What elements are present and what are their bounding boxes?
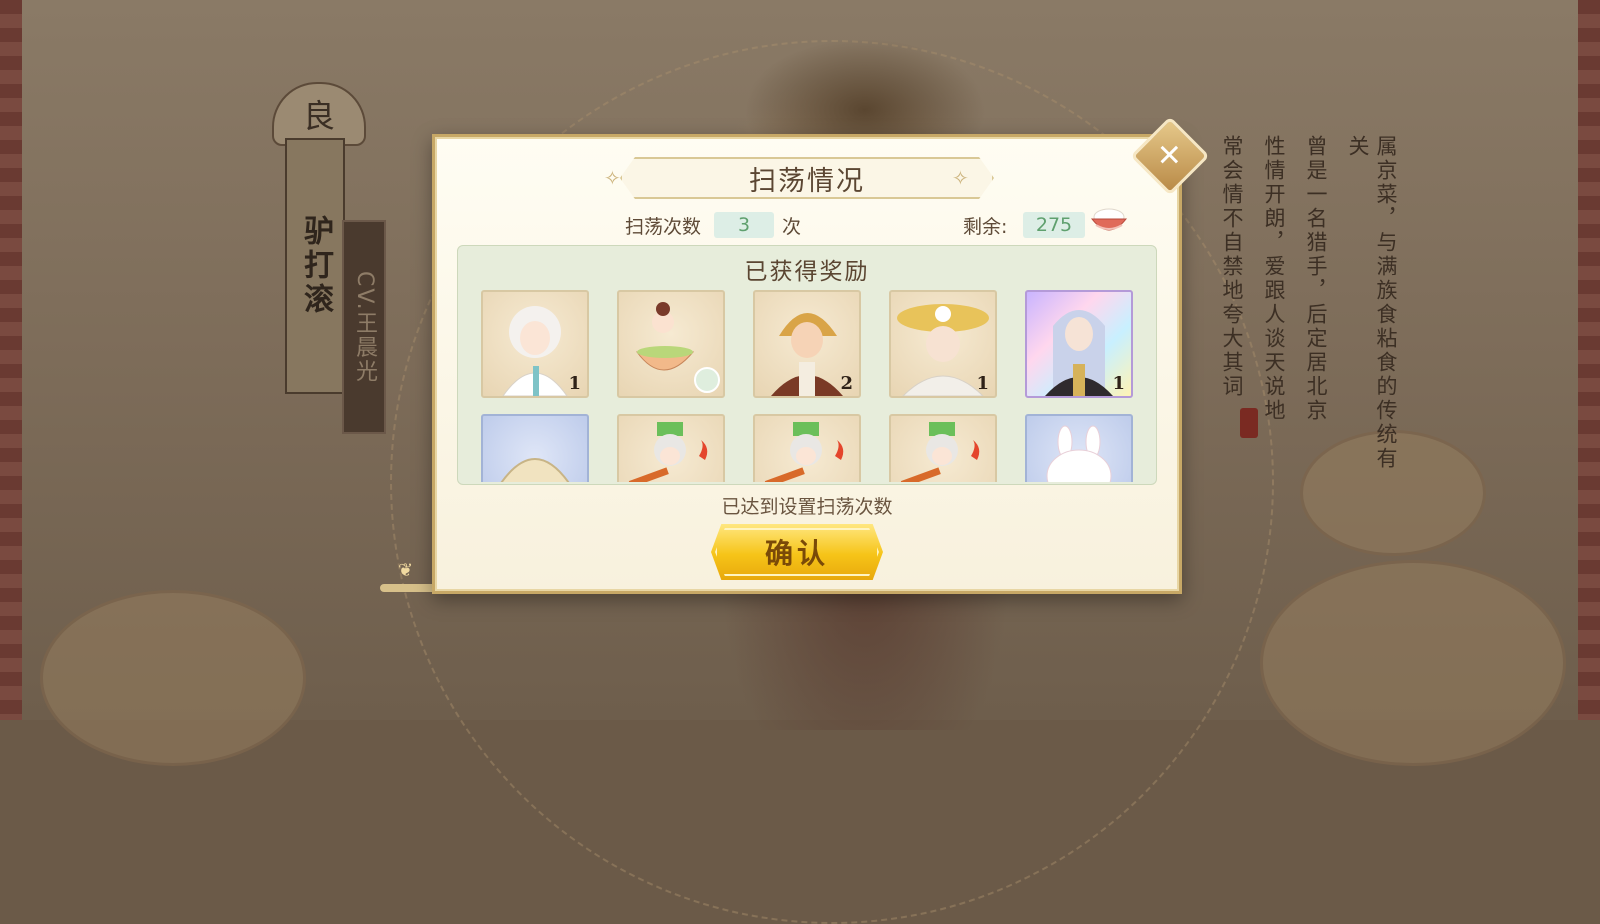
rank-text: 良 xyxy=(302,97,335,135)
item-count: 1 xyxy=(1112,373,1125,394)
item-count: 1 xyxy=(568,373,581,394)
right-ornament-border xyxy=(1578,0,1600,720)
cloud-decoration xyxy=(40,590,306,766)
item-count: 2 xyxy=(840,373,853,394)
voice-actor-label: CV.王晨光 xyxy=(352,270,377,384)
reward-item-blonde-warrior-character[interactable]: 2 xyxy=(753,290,861,398)
butterfly-icon: ❦ xyxy=(398,560,414,581)
seal-stamp-icon xyxy=(1240,408,1258,438)
title-ornament-icon: ✧ xyxy=(952,166,969,190)
reward-item-dumpling-item[interactable] xyxy=(481,414,589,482)
sweep-count-value: 3 xyxy=(714,212,774,238)
dialog-title: 扫荡情况 xyxy=(749,165,865,197)
remaining-value: 275 xyxy=(1023,212,1085,238)
reward-item-straw-hat-character[interactable]: 1 xyxy=(889,290,997,398)
title-ornament-icon: ✧ xyxy=(604,166,621,190)
reward-item-bunny-bun-item[interactable] xyxy=(1025,414,1133,482)
description-line: 曾是一名猎手，后定居北京 xyxy=(1304,135,1328,423)
description-line: 性情开朗，爱跟人谈天说地 xyxy=(1262,135,1286,423)
reward-item-silver-haired-character[interactable]: 1 xyxy=(1025,290,1133,398)
reward-item-chibi-chef-item[interactable] xyxy=(617,414,725,482)
confirm-button-label: 确认 xyxy=(764,537,829,570)
reward-item-chibi-chef-item[interactable] xyxy=(889,414,997,482)
sweep-status-text: 已达到设置扫荡次数 xyxy=(721,496,893,518)
description-line: 属京菜，与满族食粘食的传统有关 xyxy=(1346,135,1398,471)
rewards-title: 已获得奖励 xyxy=(744,259,870,285)
reward-item-chibi-chef-item[interactable] xyxy=(753,414,861,482)
rice-bowl-icon xyxy=(1090,208,1128,231)
dialog-title-banner: 扫荡情况 xyxy=(620,157,994,199)
left-ornament-border xyxy=(0,0,22,720)
sweep-count-unit: 次 xyxy=(782,216,802,238)
rewards-grid: 1 2 1 1 xyxy=(481,290,1133,482)
reward-item-tea-bowl-sprite[interactable] xyxy=(617,290,725,398)
reward-item-white-haired-character[interactable]: 1 xyxy=(481,290,589,398)
item-count: 1 xyxy=(976,373,989,394)
close-icon: ✕ xyxy=(1157,138,1183,174)
remaining-label: 剩余: xyxy=(963,216,1008,238)
confirm-button[interactable]: 确认 xyxy=(711,524,883,580)
sweep-count-label: 扫荡次数 xyxy=(625,216,702,238)
cloud-decoration xyxy=(1260,560,1566,766)
